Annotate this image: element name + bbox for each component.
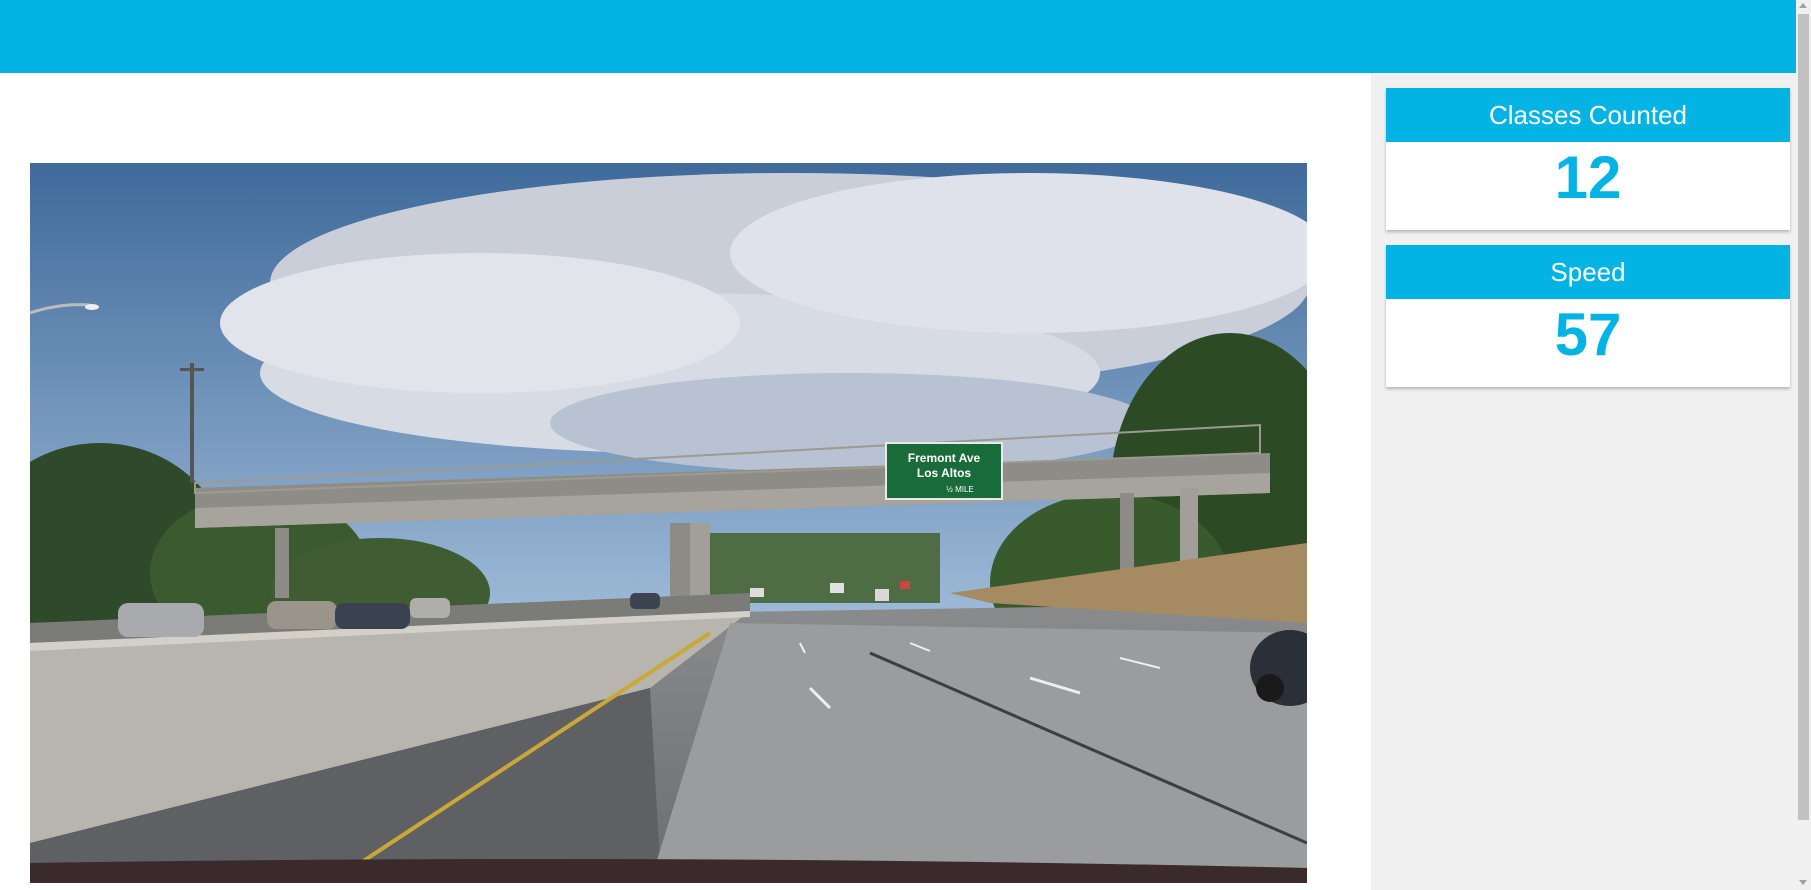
speed-card: Speed 57	[1386, 245, 1790, 387]
vertical-scrollbar[interactable]	[1796, 0, 1811, 890]
top-header-bar	[0, 0, 1796, 73]
speed-value: 57	[1554, 301, 1622, 368]
scroll-down-arrow-icon[interactable]	[1799, 880, 1807, 885]
video-feed[interactable]: Fremont Ave Los Altos ½ MILE	[30, 163, 1307, 883]
highway-scene-image: Fremont Ave Los Altos ½ MILE	[30, 163, 1307, 883]
speed-label: Speed	[1386, 245, 1790, 299]
scroll-up-arrow-icon[interactable]	[1799, 3, 1807, 8]
sign-text-line1: Fremont Ave	[908, 451, 981, 465]
main-content: Fremont Ave Los Altos ½ MILE	[0, 73, 1371, 890]
sign-text-line3: ½ MILE	[946, 485, 974, 494]
sign-text-line2: Los Altos	[917, 466, 972, 480]
scrollbar-thumb[interactable]	[1798, 14, 1809, 820]
classes-counted-value: 12	[1554, 144, 1622, 211]
classes-counted-card: Classes Counted 12	[1386, 88, 1790, 230]
classes-counted-label: Classes Counted	[1386, 88, 1790, 142]
stats-sidebar: Classes Counted 12 Speed 57	[1371, 73, 1796, 890]
